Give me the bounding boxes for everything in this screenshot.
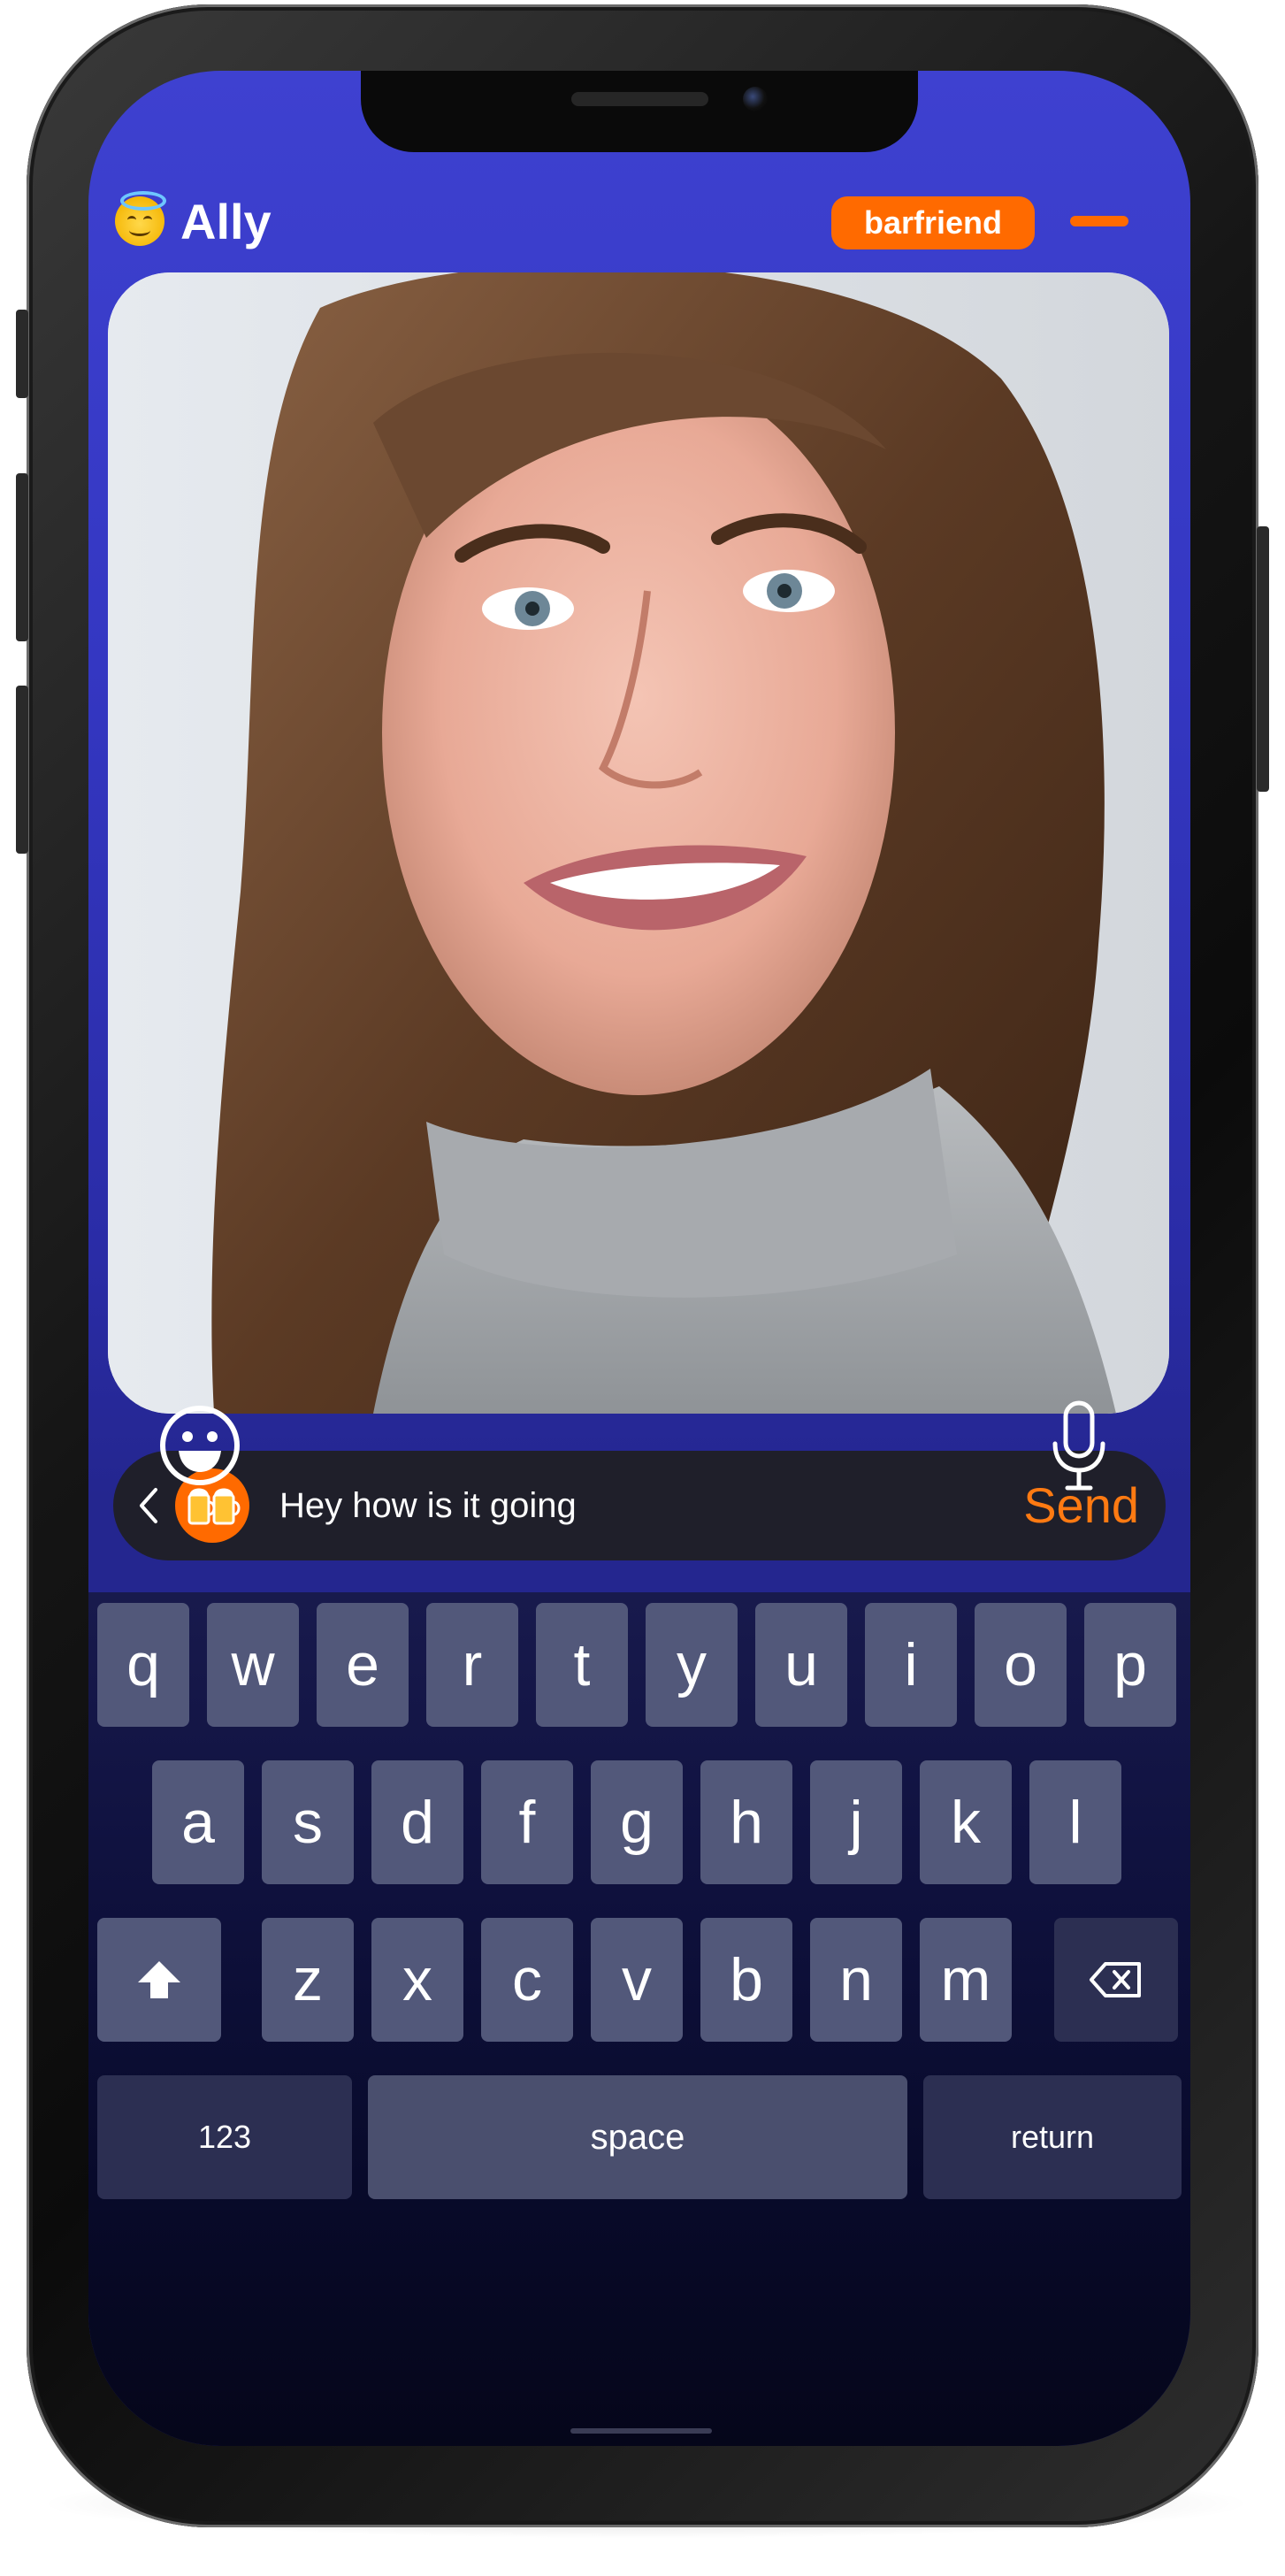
key-t[interactable]: t — [536, 1603, 628, 1727]
key-a[interactable]: a — [152, 1760, 244, 1884]
delete-key[interactable] — [1054, 1918, 1178, 2042]
onscreen-keyboard: q w e r t y u i o p a s d f g h j k l z … — [88, 1592, 1190, 2446]
earpiece-speaker — [571, 92, 708, 106]
message-composer: Hey how is it going Send — [113, 1451, 1166, 1560]
shift-arrow-icon — [138, 1961, 180, 1998]
message-input[interactable]: Hey how is it going — [279, 1476, 969, 1536]
key-v[interactable]: v — [591, 1918, 683, 2042]
phone-screen: Ally barfriend Hey how is it going Send … — [88, 71, 1190, 2446]
app-header: Ally barfriend — [88, 177, 1190, 274]
portrait-illustration — [108, 272, 1169, 1414]
key-g[interactable]: g — [591, 1760, 683, 1884]
key-s[interactable]: s — [262, 1760, 354, 1884]
shift-key[interactable] — [97, 1918, 221, 2042]
key-u[interactable]: u — [755, 1603, 847, 1727]
key-r[interactable]: r — [426, 1603, 518, 1727]
key-h[interactable]: h — [700, 1760, 792, 1884]
key-m[interactable]: m — [920, 1918, 1012, 2042]
front-camera — [743, 87, 768, 111]
notch — [361, 71, 918, 152]
space-key[interactable]: space — [368, 2075, 907, 2199]
home-indicator[interactable] — [570, 2428, 712, 2434]
key-w[interactable]: w — [207, 1603, 299, 1727]
emoji-face-icon[interactable] — [157, 1403, 242, 1488]
key-b[interactable]: b — [700, 1918, 792, 2042]
key-n[interactable]: n — [810, 1918, 902, 2042]
silent-switch — [16, 310, 28, 398]
chevron-left-icon[interactable] — [133, 1484, 164, 1527]
key-l[interactable]: l — [1029, 1760, 1121, 1884]
key-o[interactable]: o — [975, 1603, 1067, 1727]
power-button — [1257, 526, 1269, 792]
numbers-key[interactable]: 123 — [97, 2075, 352, 2199]
key-f[interactable]: f — [481, 1760, 573, 1884]
key-j[interactable]: j — [810, 1760, 902, 1884]
menu-bar-icon[interactable] — [1070, 216, 1128, 226]
mode-badge-button[interactable]: barfriend — [831, 196, 1035, 249]
smiling-face-with-halo-icon — [115, 191, 166, 246]
key-c[interactable]: c — [481, 1918, 573, 2042]
key-y[interactable]: y — [646, 1603, 738, 1727]
key-e[interactable]: e — [317, 1603, 409, 1727]
volume-down-button — [16, 686, 28, 854]
key-q[interactable]: q — [97, 1603, 189, 1727]
profile-photo — [108, 272, 1169, 1414]
key-p[interactable]: p — [1084, 1603, 1176, 1727]
key-x[interactable]: x — [371, 1918, 463, 2042]
return-key[interactable]: return — [923, 2075, 1182, 2199]
key-k[interactable]: k — [920, 1760, 1012, 1884]
app-title: Ally — [115, 191, 272, 249]
key-d[interactable]: d — [371, 1760, 463, 1884]
backspace-icon — [1090, 1962, 1141, 1997]
key-z[interactable]: z — [262, 1918, 354, 2042]
key-i[interactable]: i — [865, 1603, 957, 1727]
volume-up-button — [16, 473, 28, 641]
microphone-icon[interactable] — [1048, 1398, 1110, 1495]
app-name: Ally — [180, 193, 272, 249]
